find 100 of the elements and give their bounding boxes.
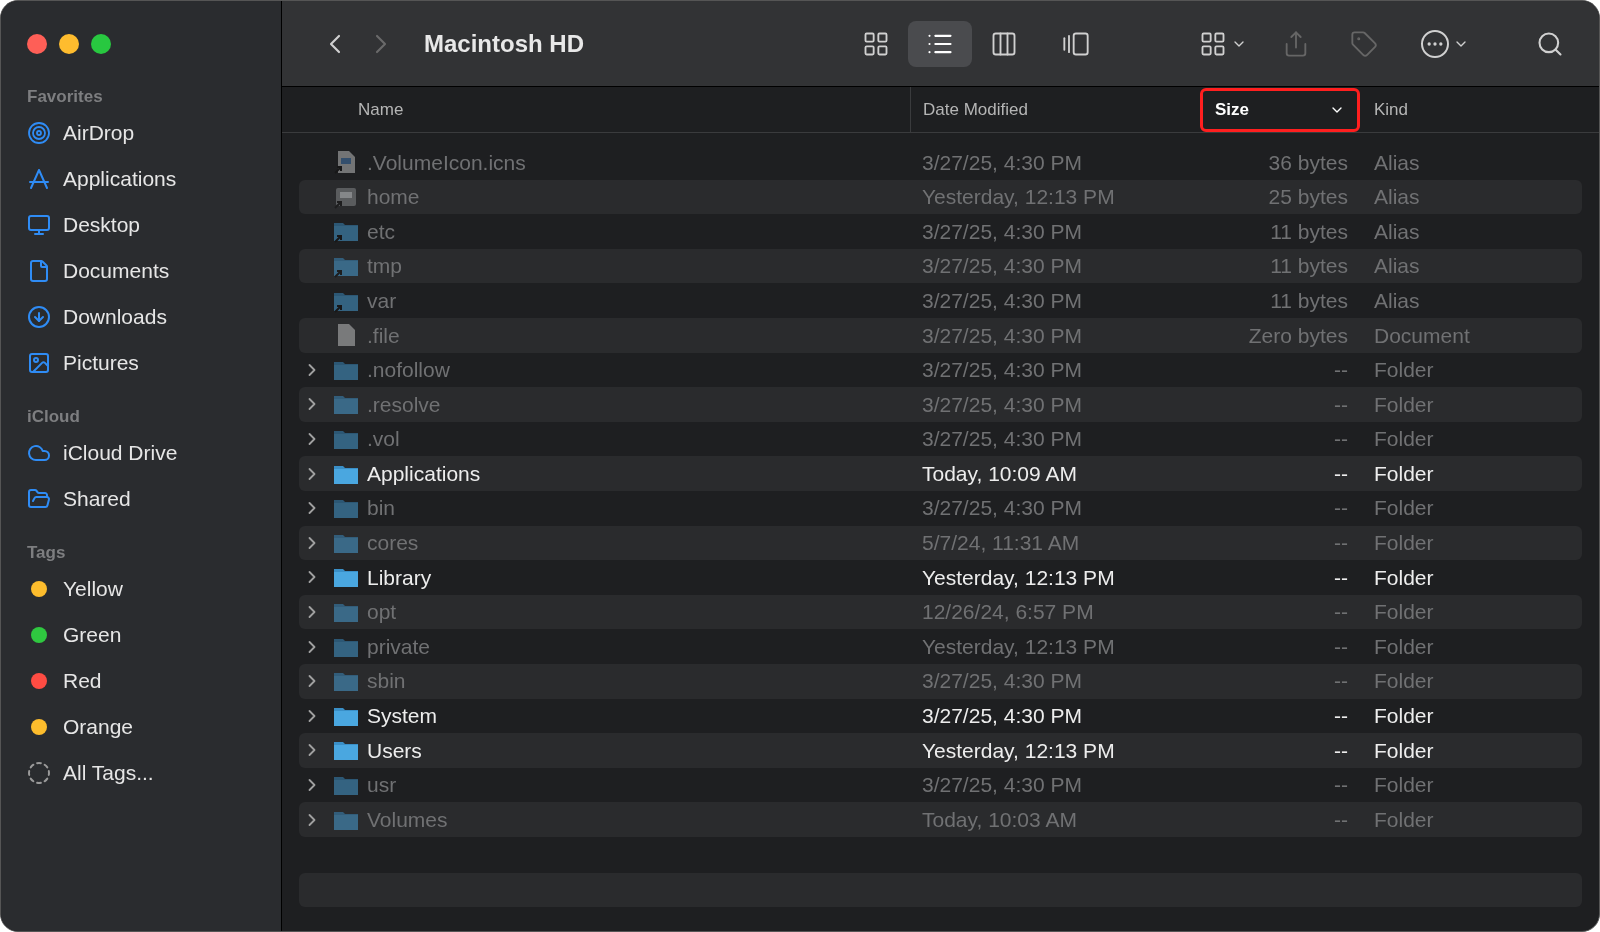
date-modified: 3/27/25, 4:30 PM (921, 772, 1083, 799)
date-modified: 3/27/25, 4:30 PM (921, 703, 1083, 730)
date-modified: 5/7/24, 11:31 AM (921, 530, 1081, 557)
file-name: .nofollow (367, 357, 450, 384)
window-title: Macintosh HD (424, 28, 585, 59)
file-kind: Folder (1373, 806, 1434, 833)
column-header[interactable]: Kind (1374, 87, 1409, 132)
date-modified: Yesterday, 12:13 PM (921, 184, 1116, 211)
file-name: bin (367, 495, 396, 522)
picture-icon (27, 351, 51, 375)
date-modified: Yesterday, 12:13 PM (921, 633, 1116, 660)
file-name: System (367, 703, 437, 730)
file-size: -- (1334, 737, 1348, 764)
file-name: .VolumeIcon.icns (367, 149, 526, 176)
file-name: Applications (367, 460, 481, 487)
file-size: -- (1334, 772, 1348, 799)
file-name: tmp (367, 253, 402, 280)
date-modified: 3/27/25, 4:30 PM (921, 357, 1083, 384)
tags-icon (27, 761, 51, 785)
ellipsis-icon (1421, 29, 1449, 58)
file-size: -- (1334, 599, 1348, 626)
download-icon (27, 305, 51, 329)
file-kind: Alias (1373, 287, 1420, 314)
date-modified: Today, 10:03 AM (921, 806, 1078, 833)
file-kind: Folder (1373, 426, 1434, 453)
file-size: -- (1334, 357, 1348, 384)
file-name: Volumes (367, 806, 448, 833)
document-icon (27, 259, 51, 283)
column-header[interactable]: Name (358, 87, 404, 132)
date-modified: 3/27/25, 4:30 PM (921, 391, 1083, 418)
date-modified: 3/27/25, 4:30 PM (921, 149, 1083, 176)
file-kind: Alias (1373, 184, 1420, 211)
date-modified: Yesterday, 12:13 PM (921, 737, 1116, 764)
search-icon (1536, 29, 1564, 58)
file-size: 25 bytes (1268, 184, 1348, 211)
file-name: Library (367, 564, 432, 591)
sidebar-item[interactable]: Applications (27, 156, 281, 202)
date-modified: 3/27/25, 4:30 PM (921, 253, 1083, 280)
file-kind: Alias (1373, 253, 1420, 280)
date-modified: 3/27/25, 4:30 PM (921, 426, 1083, 453)
column-header[interactable]: Date Modified (923, 87, 1028, 132)
shared-folder-icon (27, 487, 51, 511)
file-size: -- (1334, 806, 1348, 833)
list-view-button[interactable] (908, 20, 972, 67)
sidebar-item[interactable]: Green (27, 612, 281, 658)
file-name: sbin (367, 668, 406, 695)
file-row[interactable]: System 3/27/25, 4:30 PM -- Folder (299, 698, 1582, 734)
file-name: var (367, 287, 397, 314)
minimize-button[interactable] (59, 34, 79, 54)
sidebar-item[interactable]: Documents (27, 248, 281, 294)
sidebar-item[interactable]: iCloud Drive (27, 430, 281, 476)
date-modified: Today, 10:09 AM (921, 460, 1078, 487)
file-kind: Folder (1373, 633, 1434, 660)
file-size: -- (1334, 633, 1348, 660)
file-row[interactable]: Users Yesterday, 12:13 PM -- Folder (299, 733, 1582, 768)
file-size: -- (1334, 530, 1348, 557)
column-header[interactable]: Size (1200, 87, 1360, 132)
file-size: -- (1334, 495, 1348, 522)
date-modified: 3/27/25, 4:30 PM (921, 495, 1083, 522)
applications-icon (27, 167, 51, 191)
file-size: 11 bytes (1270, 287, 1348, 314)
close-button[interactable] (27, 34, 47, 54)
sidebar-item[interactable]: Yellow (27, 566, 281, 612)
file-name: .resolve (367, 391, 441, 418)
section-heading: Favorites (27, 86, 104, 108)
sidebar-item[interactable]: AirDrop (27, 110, 281, 156)
file-size: 11 bytes (1270, 218, 1348, 245)
sidebar-item[interactable]: Desktop (27, 202, 281, 248)
tag-icon (1350, 29, 1378, 58)
sidebar-item[interactable]: Red (27, 658, 281, 704)
file-name: etc (367, 218, 395, 245)
file-size: 11 bytes (1270, 253, 1348, 280)
sidebar-item[interactable]: All Tags... (27, 750, 281, 796)
file-size: -- (1334, 460, 1348, 487)
file-name: .vol (367, 426, 400, 453)
file-name: Users (367, 737, 422, 764)
zoom-button[interactable] (91, 34, 111, 54)
file-name: usr (367, 772, 397, 799)
file-name: home (367, 184, 420, 211)
sidebar-item[interactable]: Downloads (27, 294, 281, 340)
file-kind: Folder (1373, 703, 1434, 730)
file-kind: Folder (1373, 460, 1434, 487)
file-kind: Document (1373, 322, 1470, 349)
date-modified: 3/27/25, 4:30 PM (921, 287, 1083, 314)
file-row[interactable]: Library Yesterday, 12:13 PM -- Folder (299, 560, 1582, 595)
date-modified: 3/27/25, 4:30 PM (921, 322, 1083, 349)
file-kind: Alias (1373, 149, 1420, 176)
file-kind: Folder (1373, 668, 1434, 695)
file-size: -- (1334, 426, 1348, 453)
sidebar-item[interactable]: Orange (27, 704, 281, 750)
desktop-icon (27, 213, 51, 237)
sidebar-item[interactable]: Shared (27, 476, 281, 522)
date-modified: 12/26/24, 6:57 PM (921, 599, 1095, 626)
sidebar-item[interactable]: Pictures (27, 340, 281, 386)
file-kind: Folder (1373, 772, 1434, 799)
date-modified: 3/27/25, 4:30 PM (921, 218, 1083, 245)
file-kind: Folder (1373, 530, 1434, 557)
file-row[interactable]: Applications Today, 10:09 AM -- Folder (299, 456, 1582, 491)
file-kind: Folder (1373, 391, 1434, 418)
airdrop-icon (27, 121, 51, 145)
